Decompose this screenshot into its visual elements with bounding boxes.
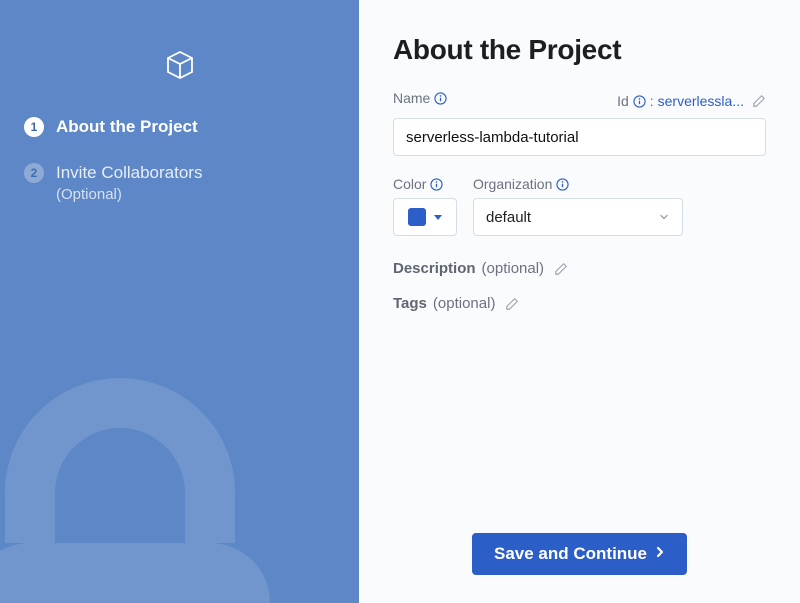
page-heading: About the Project [393,34,766,66]
project-cube-icon [24,48,335,84]
name-input[interactable] [393,118,766,156]
info-icon[interactable] [430,178,443,191]
id-label: Id [617,93,629,109]
organization-label: Organization [473,176,552,192]
description-hint: (optional) [482,260,545,277]
chevron-down-icon [434,215,442,220]
sidebar-step-invite[interactable]: 2 Invite Collaborators (Optional) [24,162,335,203]
wizard-sidebar: 1 About the Project 2 Invite Collaborato… [0,0,359,603]
project-id-value[interactable]: serverlessla... [658,93,744,109]
info-icon[interactable] [434,92,447,105]
organization-value: default [486,209,531,226]
organization-select[interactable]: default [473,198,683,236]
tags-field[interactable]: Tags (optional) [393,295,766,312]
color-swatch [408,208,426,226]
description-label: Description [393,260,476,277]
info-icon[interactable] [556,178,569,191]
step-subtitle: (Optional) [56,186,202,203]
edit-description-icon[interactable] [554,262,568,276]
name-field: Name Id : serverlessla... [393,90,766,156]
edit-tags-icon[interactable] [505,297,519,311]
tags-hint: (optional) [433,295,496,312]
color-picker[interactable] [393,198,457,236]
step-number-badge: 2 [24,163,44,183]
step-title: Invite Collaborators [56,162,202,184]
step-title: About the Project [56,116,198,138]
main-panel: About the Project Name Id : serverlessla… [359,0,800,603]
save-and-continue-button[interactable]: Save and Continue [472,533,687,575]
tags-label: Tags [393,295,427,312]
save-button-label: Save and Continue [494,544,647,564]
background-lock-shape [0,323,359,603]
chevron-down-icon [658,211,670,223]
edit-id-icon[interactable] [752,94,766,108]
step-number-badge: 1 [24,117,44,137]
info-icon[interactable] [633,95,646,108]
chevron-right-icon [655,544,665,564]
id-colon: : [650,93,654,109]
description-field[interactable]: Description (optional) [393,260,766,277]
sidebar-step-about[interactable]: 1 About the Project [24,116,335,138]
color-label: Color [393,176,426,192]
name-label: Name [393,90,430,106]
